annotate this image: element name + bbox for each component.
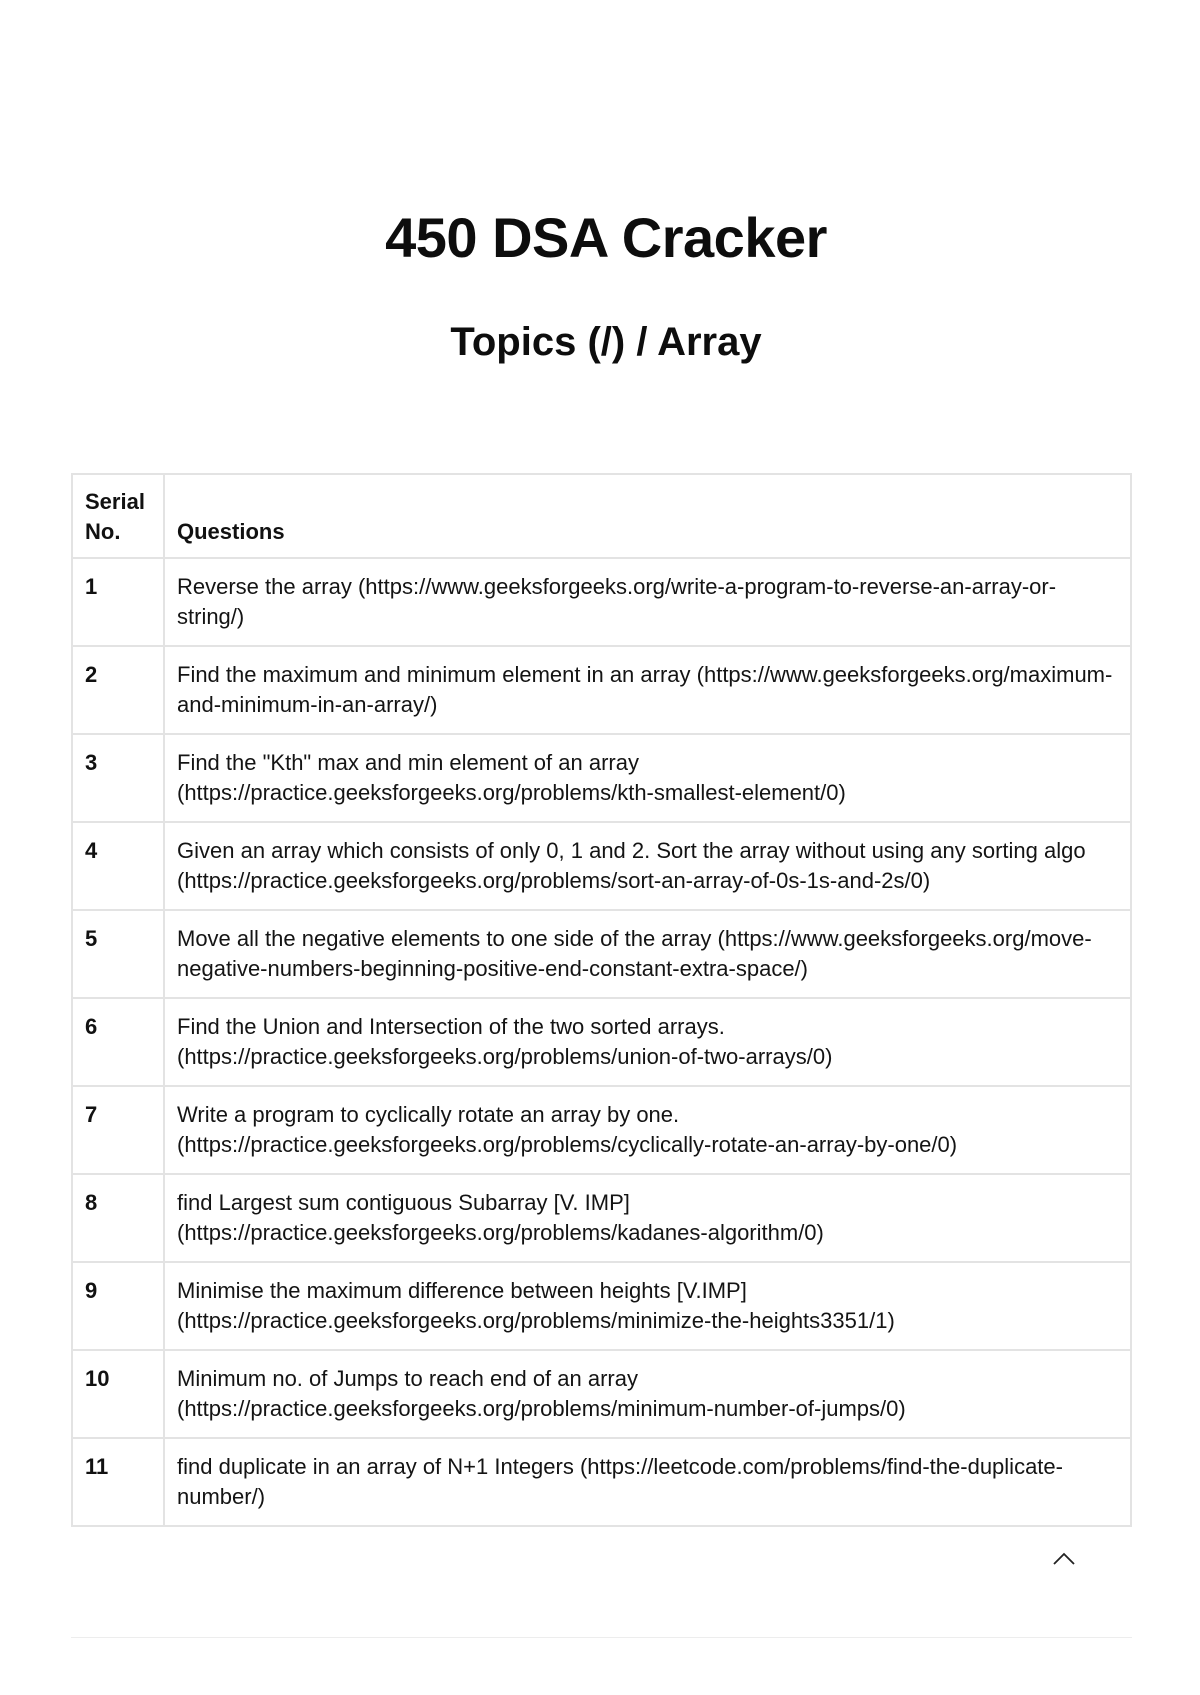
table-row: 7 Write a program to cyclically rotate an… xyxy=(71,1085,1132,1175)
table-row: 1 Reverse the array (https://www.geeksfor… xyxy=(71,557,1132,647)
column-header-serial: Serial No. xyxy=(71,473,165,559)
table-row: 4 Given an array which consists of only 0… xyxy=(71,821,1132,911)
table-row: 9 Minimise the maximum difference between… xyxy=(71,1261,1132,1351)
serial-number: 7 xyxy=(71,1085,165,1175)
question-link[interactable]: find Largest sum contiguous Subarray [V.… xyxy=(163,1173,1132,1263)
serial-number: 1 xyxy=(71,557,165,647)
questions-table: Serial No. Questions 1 Reverse the array … xyxy=(71,473,1132,1527)
table-row: 10 Minimum no. of Jumps to reach end of a… xyxy=(71,1349,1132,1439)
table-row: 8 find Largest sum contiguous Subarray [V… xyxy=(71,1173,1132,1263)
chevron-up-icon xyxy=(1053,1552,1075,1565)
serial-number: 2 xyxy=(71,645,165,735)
serial-number: 5 xyxy=(71,909,165,999)
table-row: 11 find duplicate in an array of N+1 Inte… xyxy=(71,1437,1132,1527)
table-header-row: Serial No. Questions xyxy=(71,473,1132,559)
serial-number: 10 xyxy=(71,1349,165,1439)
question-link[interactable]: find duplicate in an array of N+1 Intege… xyxy=(163,1437,1132,1527)
question-link[interactable]: Minimise the maximum difference between … xyxy=(163,1261,1132,1351)
table-body: 1 Reverse the array (https://www.geeksfor… xyxy=(71,557,1132,1527)
table-row: 6 Find the Union and Intersection of the … xyxy=(71,997,1132,1087)
question-link[interactable]: Find the maximum and minimum element in … xyxy=(163,645,1132,735)
question-link[interactable]: Find the Union and Intersection of the t… xyxy=(163,997,1132,1087)
question-link[interactable]: Given an array which consists of only 0,… xyxy=(163,821,1132,911)
scroll-to-top-button[interactable] xyxy=(1053,1552,1075,1566)
question-link[interactable]: Move all the negative elements to one si… xyxy=(163,909,1132,999)
table-row: 5 Move all the negative elements to one s… xyxy=(71,909,1132,999)
serial-number: 8 xyxy=(71,1173,165,1263)
column-header-questions: Questions xyxy=(163,473,1132,559)
question-link[interactable]: Find the "Kth" max and min element of an… xyxy=(163,733,1132,823)
page-title: 450 DSA Cracker xyxy=(385,206,827,269)
serial-number: 9 xyxy=(71,1261,165,1351)
question-link[interactable]: Minimum no. of Jumps to reach end of an … xyxy=(163,1349,1132,1439)
table-row: 3 Find the "Kth" max and min element of a… xyxy=(71,733,1132,823)
serial-number: 11 xyxy=(71,1437,165,1527)
serial-number: 6 xyxy=(71,997,165,1087)
table-row: 2 Find the maximum and minimum element in… xyxy=(71,645,1132,735)
serial-number: 4 xyxy=(71,821,165,911)
footer-divider xyxy=(71,1637,1132,1638)
question-link[interactable]: Reverse the array (https://www.geeksforg… xyxy=(163,557,1132,647)
question-link[interactable]: Write a program to cyclically rotate an … xyxy=(163,1085,1132,1175)
breadcrumb: Topics (/) / Array xyxy=(450,320,762,364)
serial-number: 3 xyxy=(71,733,165,823)
